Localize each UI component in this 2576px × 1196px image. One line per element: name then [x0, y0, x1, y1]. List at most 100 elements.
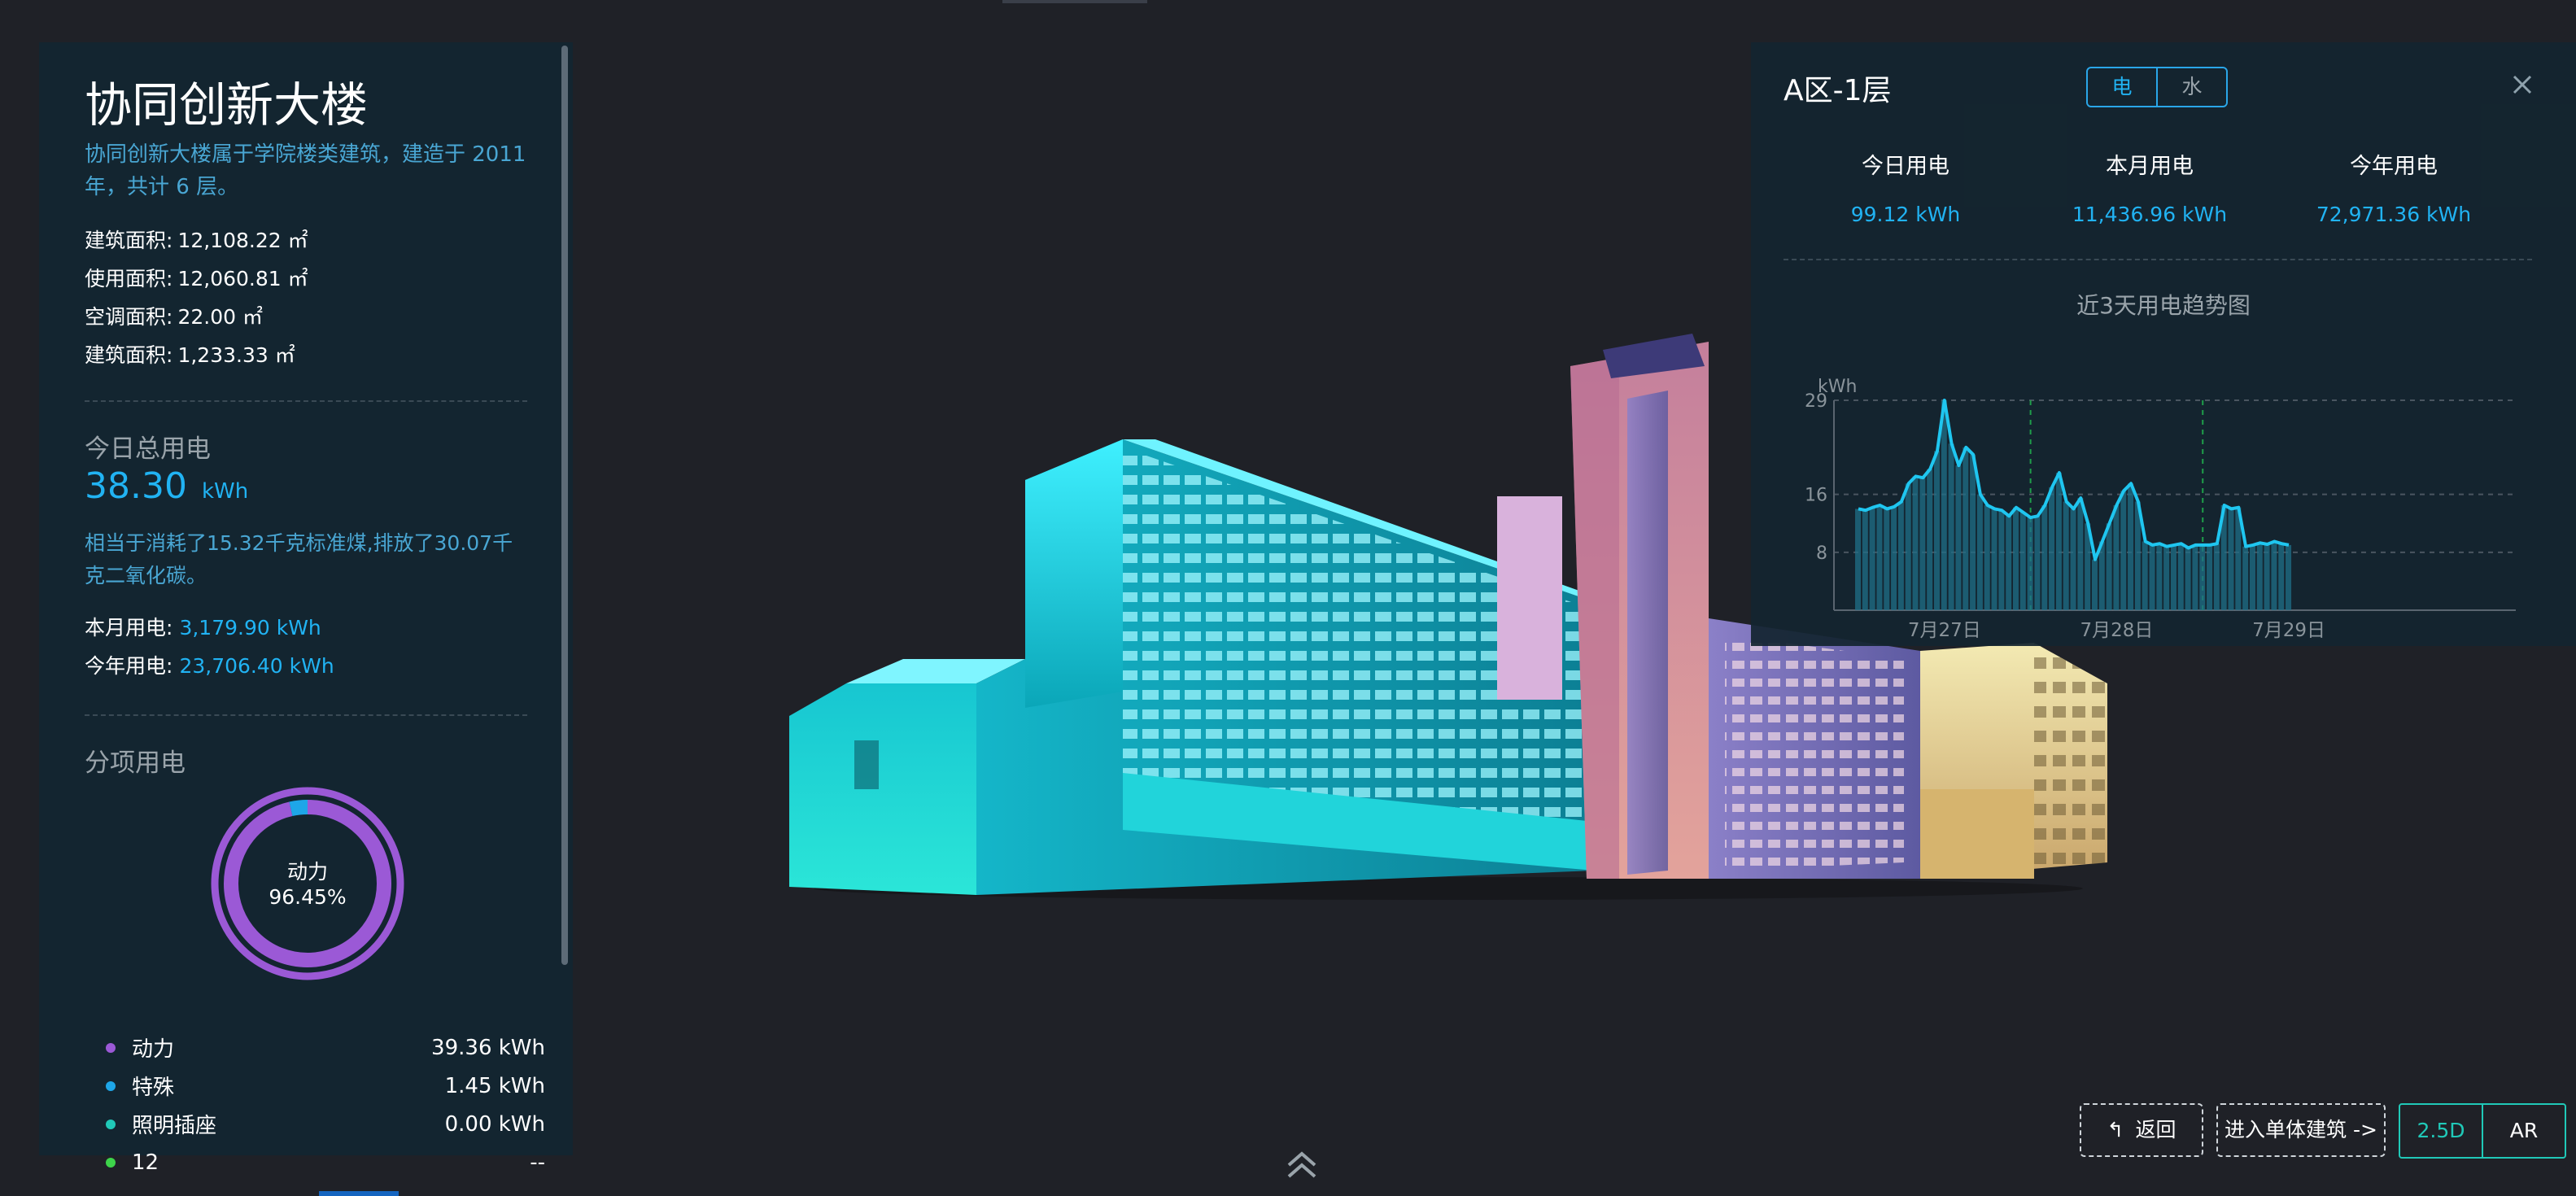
data-bar: [2286, 544, 2292, 610]
data-bar: [1905, 483, 1911, 610]
stat-row: 建筑面积: 1,233.33 ㎡: [85, 336, 540, 374]
stat-row: 空调面积: 22.00 ㎡: [85, 298, 540, 336]
legend-value: 1.45 kWh: [444, 1073, 545, 1098]
view-2-5d-button[interactable]: 2.5D: [2400, 1105, 2483, 1157]
summary-label: 本月用电: [2106, 154, 2194, 179]
data-bar: [2142, 541, 2148, 610]
summary-value: 99.12 kWh: [1850, 203, 1961, 226]
stat-value: 1,233.33 ㎡: [177, 343, 295, 367]
area-title: A区-1层: [1784, 74, 1892, 107]
data-bar: [2055, 472, 2062, 610]
building-stats: 建筑面积: 12,108.22 ㎡ 使用面积: 12,060.81 ㎡ 空调面积: 2…: [85, 221, 540, 374]
data-bar: [2041, 505, 2048, 610]
donut-center-percent: 96.45%: [269, 885, 347, 909]
y-tick-label: 16: [1805, 486, 1827, 506]
data-bar: [2278, 543, 2285, 610]
back-label: 返回: [2135, 1118, 2177, 1141]
x-tick-label: 7月27日: [1908, 620, 1981, 641]
data-bar: [1998, 510, 2005, 610]
stat-label: 建筑面积:: [85, 229, 173, 252]
back-arrow-icon: ↰: [2107, 1118, 2124, 1141]
view-ar-button[interactable]: AR: [2483, 1105, 2565, 1157]
x-tick-label: 7月28日: [2080, 620, 2153, 641]
back-button[interactable]: ↰ 返回: [2080, 1103, 2203, 1157]
left-panel-scrollbar[interactable]: [561, 46, 568, 965]
today-power-note: 相当于消耗了15.32千克标准煤,排放了30.07千克二氧化碳。: [85, 531, 513, 587]
data-bar: [1876, 505, 1883, 610]
building-info-panel: 协同创新大楼 协同创新大楼属于学院楼类建筑，建造于 2011 年，共计 6 层。…: [39, 42, 573, 1175]
y-tick-label: 8: [1816, 543, 1827, 564]
sub-items-legend: 动力 39.36 kWh 特殊 1.45 kWh 照明插座 0.00 kWh 1…: [106, 1028, 545, 1181]
enter-building-button[interactable]: 进入单体建筑 ->: [2216, 1103, 2386, 1157]
toggle-water[interactable]: 水: [2158, 68, 2226, 106]
legend-item[interactable]: 12 --: [106, 1143, 545, 1181]
summary-value: 72,971.36 kWh: [2316, 203, 2472, 226]
divider: [1784, 259, 2532, 260]
data-bar: [2163, 546, 2170, 610]
legend-value: 39.36 kWh: [431, 1035, 545, 1060]
data-bar: [2049, 487, 2055, 610]
data-bar: [1884, 509, 1890, 610]
x-tick-label: 7月29日: [2252, 620, 2325, 641]
building-title: 协同创新大楼: [85, 77, 369, 133]
data-bar: [2034, 516, 2041, 610]
data-bar: [2006, 516, 2012, 610]
data-bar: [1948, 443, 1954, 610]
summary-today: 今日用电 99.12 kWh: [1784, 148, 2028, 226]
energy-type-toggle: 电 水: [2086, 67, 2228, 107]
data-bar: [2177, 543, 2184, 610]
data-bar: [1912, 476, 1919, 610]
data-bar: [2019, 512, 2026, 610]
data-bar: [2264, 544, 2270, 610]
legend-item[interactable]: 照明插座 0.00 kWh: [106, 1105, 545, 1143]
donut-center-name: 动力: [286, 860, 328, 884]
year-power-value: 23,706.40 kWh: [179, 654, 334, 678]
close-icon[interactable]: [2506, 68, 2539, 101]
today-power-unit: kWh: [201, 479, 249, 504]
y-tick-label: 29: [1805, 391, 1827, 412]
period-power: 本月用电: 3,179.90 kWh 今年用电: 23,706.40 kWh: [85, 609, 540, 685]
data-bar: [1862, 510, 1868, 610]
legend-name: 特殊: [132, 1076, 175, 1100]
divider: [85, 400, 527, 402]
toggle-electric[interactable]: 电: [2088, 68, 2158, 106]
year-power-label: 今年用电:: [85, 654, 173, 678]
legend-dot: [106, 1119, 116, 1129]
sub-items-donut: 动力 96.45%: [210, 786, 405, 981]
data-bar: [2228, 509, 2234, 610]
sub-items-title: 分项用电: [85, 749, 186, 778]
data-bar: [1941, 400, 1947, 610]
stat-row: 使用面积: 12,060.81 ㎡: [85, 260, 540, 298]
data-bar: [2091, 559, 2098, 610]
data-bar: [2170, 544, 2177, 610]
data-bar: [1897, 501, 1904, 610]
data-bar: [1927, 469, 1933, 610]
legend-value: 0.00 kWh: [444, 1111, 545, 1137]
bottom-edge-tab[interactable]: [319, 1191, 399, 1196]
top-edge-tab[interactable]: [1002, 0, 1147, 3]
legend-dot: [106, 1080, 116, 1091]
data-bar: [2242, 546, 2249, 610]
legend-item[interactable]: 特殊 1.45 kWh: [106, 1067, 545, 1105]
data-bar: [1869, 507, 1875, 610]
double-chevron-up-icon[interactable]: [1284, 1147, 1320, 1183]
data-bar: [2213, 543, 2220, 610]
summary-label: 今日用电: [1862, 154, 1949, 179]
data-bar: [2256, 543, 2263, 610]
data-bar: [1891, 506, 1897, 610]
stat-row: 建筑面积: 12,108.22 ㎡: [85, 221, 540, 260]
legend-name: 照明插座: [132, 1114, 217, 1138]
legend-name: 12: [132, 1150, 159, 1175]
legend-item[interactable]: 动力 39.36 kWh: [106, 1028, 545, 1067]
data-bar: [1976, 494, 1983, 610]
chart-title: 近3天用电趋势图: [2076, 292, 2251, 319]
power-trend-chart[interactable]: kWh816297月27日 7月28日 7月29日: [1784, 327, 2565, 653]
month-power-value: 3,179.90 kWh: [179, 616, 321, 639]
legend-value: --: [530, 1150, 545, 1175]
building-description: 协同创新大楼属于学院楼类建筑，建造于 2011 年，共计 6 层。: [85, 142, 526, 199]
data-bar: [2249, 544, 2255, 610]
stat-label: 空调面积:: [85, 305, 173, 329]
data-bar: [2012, 507, 2019, 610]
data-bar: [2063, 501, 2069, 610]
data-bar: [1963, 447, 1969, 610]
